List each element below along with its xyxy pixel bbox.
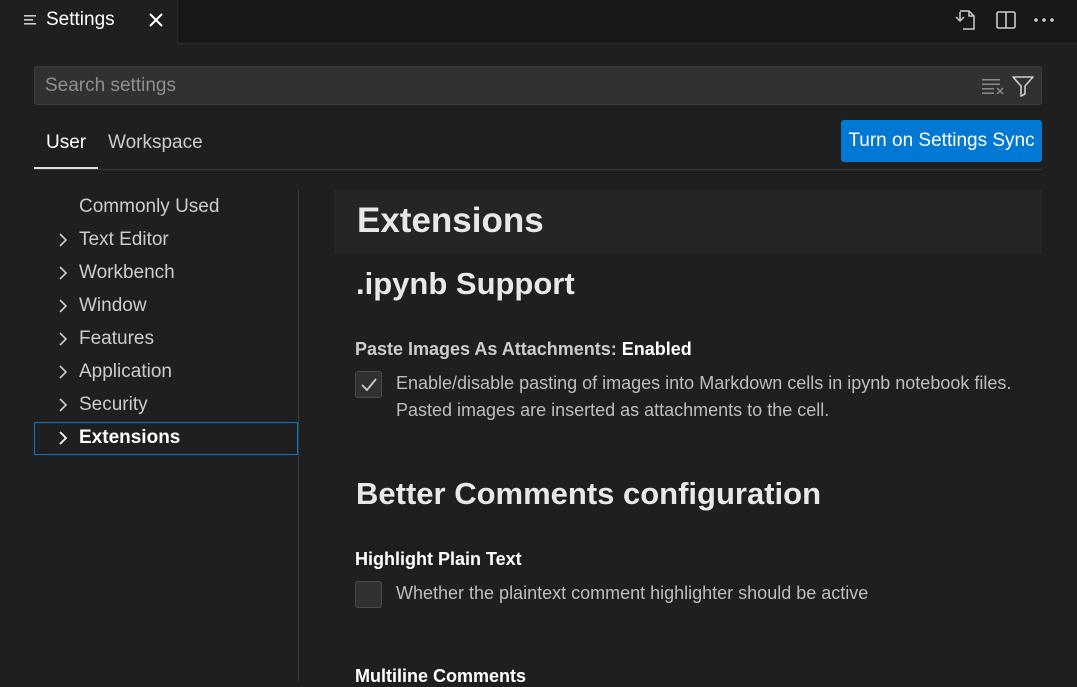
- setting-label-paste-images: Paste Images As Attachments: Enabled: [355, 339, 692, 360]
- toc-item-label: Application: [79, 361, 172, 382]
- chevron-right-icon: [59, 398, 68, 412]
- toc-item-label: Security: [79, 394, 148, 415]
- tab-label: Settings: [46, 9, 115, 30]
- settings-scope-tabs: User Workspace Turn on Settings Sync: [34, 120, 1042, 170]
- search-input[interactable]: [35, 67, 965, 104]
- active-tab-indicator: [34, 167, 98, 169]
- setting-label-highlight-plain-text: Highlight Plain Text: [355, 549, 522, 569]
- check-icon: [361, 378, 377, 392]
- chevron-right-icon: [59, 431, 68, 445]
- tab-user[interactable]: User: [46, 132, 86, 154]
- setting-description: Enable/disable pasting of images into Ma…: [396, 373, 1012, 420]
- toc-item-workbench[interactable]: Workbench: [34, 257, 298, 290]
- paste-images-checkbox[interactable]: [355, 371, 382, 398]
- toc-item-security[interactable]: Security: [34, 389, 298, 422]
- chevron-right-icon: [59, 266, 68, 280]
- toc-item-commonly-used[interactable]: Commonly Used: [34, 191, 298, 224]
- group-title-better-comments: Better Comments configuration: [356, 476, 822, 511]
- setting-description: Whether the plaintext comment highlighte…: [396, 583, 869, 603]
- close-icon[interactable]: [146, 10, 166, 30]
- highlight-plain-text-checkbox[interactable]: [355, 581, 382, 608]
- turn-on-settings-sync-button[interactable]: Turn on Settings Sync: [841, 120, 1042, 162]
- clear-search-icon[interactable]: [981, 76, 1005, 96]
- chevron-right-icon: [59, 332, 68, 346]
- setting-value: Enabled: [621, 339, 692, 359]
- group-title-ipynb-support: .ipynb Support: [356, 266, 575, 301]
- tab-workspace[interactable]: Workspace: [108, 132, 203, 154]
- toc-item-window[interactable]: Window: [34, 290, 298, 323]
- toc-item-label: Text Editor: [79, 229, 169, 250]
- setting-key: Paste Images As Attachments:: [355, 339, 622, 359]
- chevron-right-icon: [59, 233, 68, 247]
- toc-item-label: Workbench: [79, 262, 175, 283]
- chevron-right-icon: [59, 365, 68, 379]
- toc-item-label: Features: [79, 328, 154, 349]
- toc-item-label: Extensions: [79, 427, 181, 448]
- toc-item-text-editor[interactable]: Text Editor: [34, 224, 298, 257]
- settings-editor-icon: [24, 15, 36, 25]
- settings-toc: Commonly Used Text Editor Workbench Wind…: [34, 190, 299, 681]
- editor-tab-bar: Settings: [0, 0, 1077, 44]
- section-title: Extensions: [357, 201, 544, 240]
- tab-settings[interactable]: Settings: [0, 0, 178, 44]
- search-box: [34, 66, 1042, 105]
- setting-label-multiline-comments: Multiline Comments: [355, 666, 527, 686]
- chevron-right-icon: [59, 299, 68, 313]
- more-actions-icon[interactable]: [1032, 8, 1056, 32]
- toc-item-features[interactable]: Features: [34, 323, 298, 356]
- split-editor-icon[interactable]: [994, 8, 1018, 32]
- open-settings-json-icon[interactable]: [954, 8, 978, 32]
- toc-item-label: Commonly Used: [79, 196, 220, 217]
- section-header: Extensions: [334, 190, 1042, 254]
- toc-item-application[interactable]: Application: [34, 356, 298, 389]
- toc-item-label: Window: [79, 295, 147, 316]
- toc-item-extensions[interactable]: Extensions: [34, 422, 298, 455]
- filter-icon[interactable]: [1011, 75, 1035, 97]
